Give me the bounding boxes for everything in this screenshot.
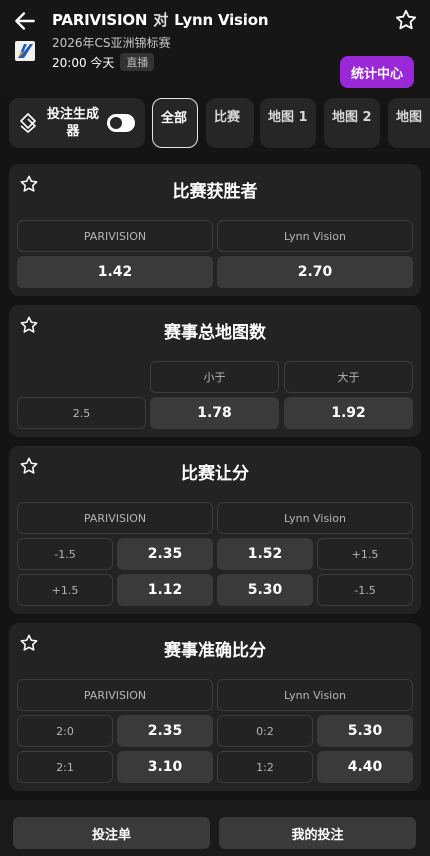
match-time: 20:00 今天 [52, 55, 115, 70]
match-winner-card: 比赛获胜者 PARIVISION Lynn Vision 1.42 2.70 [9, 164, 421, 296]
home-score-label: 2:1 [17, 751, 113, 783]
away-score-label: 0:2 [217, 715, 313, 747]
away-team-label: Lynn Vision [217, 220, 413, 252]
stats-center-button[interactable]: 统计中心 [340, 56, 414, 88]
betslip-button[interactable]: 投注单 [13, 817, 210, 849]
home-odds-button[interactable]: 1.42 [17, 256, 213, 288]
live-badge: 直播 [120, 53, 155, 71]
away-handicap-line: +1.5 [317, 538, 413, 570]
home-score-odds-button[interactable]: 3.10 [117, 751, 213, 783]
away-team-label: Lynn Vision [217, 679, 413, 711]
tournament-name: 2026年CS亚洲锦标赛 [52, 36, 171, 50]
favorite-star-icon[interactable] [394, 8, 418, 32]
home-handicap-odds-button[interactable]: 1.12 [117, 574, 213, 606]
home-score-label: 2:0 [17, 715, 113, 747]
home-team-label: PARIVISION [17, 502, 213, 534]
home-team-label: PARIVISION [17, 679, 213, 711]
back-arrow-icon[interactable] [12, 8, 38, 34]
tab-match[interactable]: 比赛 [206, 98, 254, 148]
under-odds-button[interactable]: 1.78 [150, 397, 279, 429]
my-bets-button[interactable]: 我的投注 [219, 817, 416, 849]
away-score-label: 1:2 [217, 751, 313, 783]
tab-map-more[interactable]: 地图 [388, 98, 430, 148]
away-team-name: Lynn Vision [174, 11, 269, 29]
match-time-row: 20:00 今天 直播 [52, 53, 155, 71]
handicap-card: 比赛让分 PARIVISION Lynn Vision -1.5 2.35 1.… [9, 446, 421, 614]
versus-label: 对 [153, 11, 169, 29]
card-title: 赛事准确比分 [164, 641, 266, 661]
card-title: 比赛获胜者 [172, 182, 258, 202]
home-score-odds-button[interactable]: 2.35 [117, 715, 213, 747]
bottom-bar: 投注单 我的投注 [0, 800, 430, 856]
correct-score-card: 赛事准确比分 PARIVISION Lynn Vision 2:0 2.35 0… [9, 623, 421, 791]
away-score-odds-button[interactable]: 4.40 [317, 751, 413, 783]
bet-builder-toggle[interactable]: 投注生成器 [9, 98, 145, 148]
card-title: 比赛让分 [181, 464, 249, 484]
tournament-logo-icon [15, 41, 35, 61]
match-header: PARIVISION 对 Lynn Vision 2026年CS亚洲锦标赛 20:0… [0, 0, 430, 92]
home-handicap-line: -1.5 [17, 538, 113, 570]
total-maps-card: 赛事总地图数 小于 大于 2.5 1.78 1.92 [9, 305, 421, 437]
over-odds-button[interactable]: 1.92 [284, 397, 413, 429]
away-team-label: Lynn Vision [217, 502, 413, 534]
bet-builder-icon [20, 113, 36, 133]
market-tabs: 投注生成器 全部 比赛 地图 1 地图 2 地图 [0, 96, 430, 150]
bet-builder-switch[interactable] [107, 114, 135, 132]
bet-builder-label: 投注生成器 [47, 107, 100, 139]
away-handicap-odds-button[interactable]: 5.30 [217, 574, 313, 606]
over-label: 大于 [284, 361, 413, 393]
away-handicap-odds-button[interactable]: 1.52 [217, 538, 313, 570]
away-odds-button[interactable]: 2.70 [217, 256, 413, 288]
match-title: PARIVISION 对 Lynn Vision [52, 9, 269, 30]
home-handicap-line: +1.5 [17, 574, 113, 606]
home-handicap-odds-button[interactable]: 2.35 [117, 538, 213, 570]
under-label: 小于 [150, 361, 279, 393]
tab-all[interactable]: 全部 [152, 98, 198, 148]
tab-map-2[interactable]: 地图 2 [324, 98, 380, 148]
total-line-label: 2.5 [17, 397, 146, 429]
tab-map-1[interactable]: 地图 1 [260, 98, 316, 148]
away-score-odds-button[interactable]: 5.30 [317, 715, 413, 747]
card-title: 赛事总地图数 [164, 323, 266, 343]
away-handicap-line: -1.5 [317, 574, 413, 606]
home-team-label: PARIVISION [17, 220, 213, 252]
home-team-name: PARIVISION [52, 11, 148, 29]
